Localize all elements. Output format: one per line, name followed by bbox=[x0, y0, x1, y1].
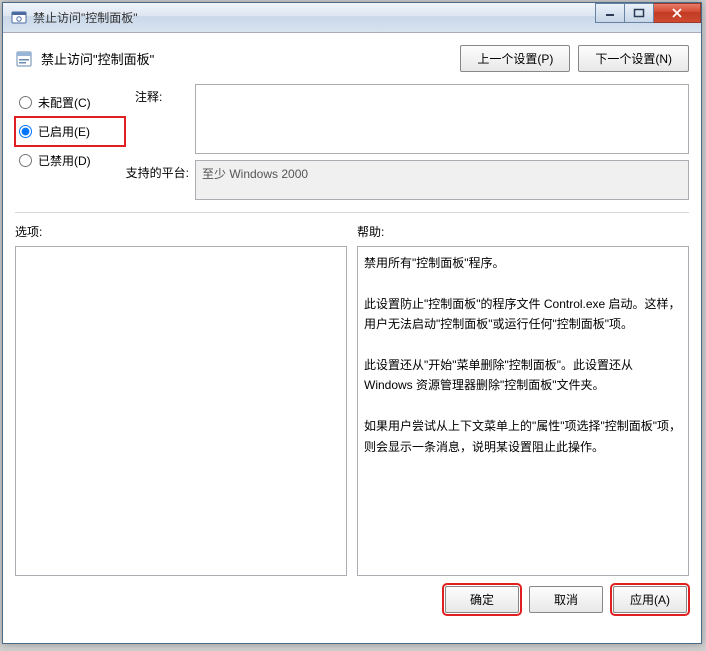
radio-not-configured[interactable]: 未配置(C) bbox=[15, 88, 125, 117]
comment-label: 注释: bbox=[135, 84, 195, 154]
fields-column: 注释: 支持的平台: 至少 Windows 2000 bbox=[135, 84, 689, 206]
ok-button[interactable]: 确定 bbox=[445, 586, 519, 613]
cancel-button[interactable]: 取消 bbox=[529, 586, 603, 613]
maximize-button[interactable] bbox=[624, 3, 654, 23]
divider bbox=[15, 212, 689, 213]
radio-disabled[interactable]: 已禁用(D) bbox=[15, 146, 125, 175]
platform-label: 支持的平台: bbox=[119, 160, 195, 181]
content-area: 禁止访问"控制面板" 上一个设置(P) 下一个设置(N) 未配置(C) 已启用(… bbox=[3, 33, 701, 623]
previous-setting-button[interactable]: 上一个设置(P) bbox=[460, 45, 570, 72]
lower-area: 选项: 帮助: 禁用所有"控制面板"程序。 此设置防止"控制面板"的程序文件 C… bbox=[15, 223, 689, 576]
options-label: 选项: bbox=[15, 223, 347, 240]
radio-not-configured-input[interactable] bbox=[19, 96, 32, 109]
radio-enabled[interactable]: 已启用(E) bbox=[15, 117, 125, 146]
options-column: 选项: bbox=[15, 223, 347, 576]
radio-not-configured-label: 未配置(C) bbox=[38, 94, 91, 111]
titlebar[interactable]: 禁止访问"控制面板" bbox=[3, 3, 701, 33]
help-label: 帮助: bbox=[357, 223, 689, 240]
radio-disabled-label: 已禁用(D) bbox=[38, 152, 91, 169]
minimize-button[interactable] bbox=[595, 3, 625, 23]
platform-box: 至少 Windows 2000 bbox=[195, 160, 689, 200]
config-area: 未配置(C) 已启用(E) 已禁用(D) 注释: 支持的平台: bbox=[15, 84, 689, 206]
radio-enabled-input[interactable] bbox=[19, 125, 32, 138]
next-setting-button[interactable]: 下一个设置(N) bbox=[578, 45, 689, 72]
page-title: 禁止访问"控制面板" bbox=[41, 49, 460, 68]
help-box[interactable]: 禁用所有"控制面板"程序。 此设置防止"控制面板"的程序文件 Control.e… bbox=[357, 246, 689, 576]
footer-buttons: 确定 取消 应用(A) bbox=[15, 576, 689, 613]
header-row: 禁止访问"控制面板" 上一个设置(P) 下一个设置(N) bbox=[15, 39, 689, 84]
comment-textarea[interactable] bbox=[195, 84, 689, 154]
radio-group: 未配置(C) 已启用(E) 已禁用(D) bbox=[15, 84, 125, 206]
options-box[interactable] bbox=[15, 246, 347, 576]
dialog-window: 禁止访问"控制面板" 禁止访问"控制面板" 上一个设置(P) 下一个设置(N) bbox=[2, 2, 702, 644]
window-controls bbox=[596, 3, 701, 25]
app-icon bbox=[11, 10, 27, 26]
close-button[interactable] bbox=[653, 3, 701, 23]
apply-button[interactable]: 应用(A) bbox=[613, 586, 687, 613]
radio-disabled-input[interactable] bbox=[19, 154, 32, 167]
radio-enabled-label: 已启用(E) bbox=[38, 123, 90, 140]
help-column: 帮助: 禁用所有"控制面板"程序。 此设置防止"控制面板"的程序文件 Contr… bbox=[357, 223, 689, 576]
window-title: 禁止访问"控制面板" bbox=[33, 9, 138, 26]
policy-icon bbox=[15, 50, 33, 68]
